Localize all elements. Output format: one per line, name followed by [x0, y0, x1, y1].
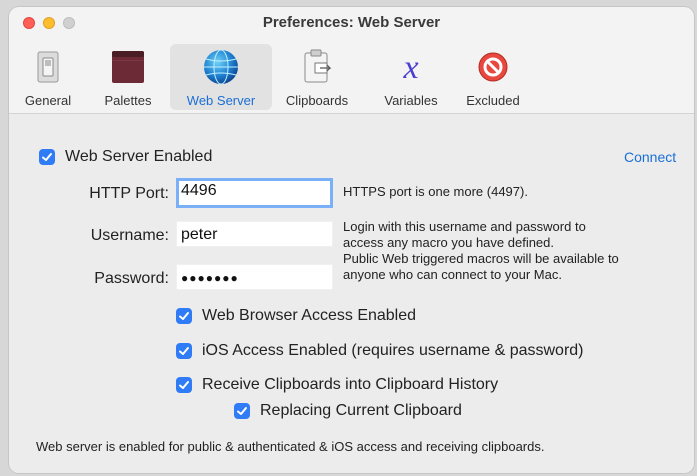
- web-browser-access-checkbox[interactable]: [176, 308, 192, 324]
- tab-clipboards-label: Clipboards: [285, 93, 349, 108]
- tab-excluded[interactable]: Excluded: [457, 44, 529, 110]
- web-server-pane: Web Server Enabled Connect HTTP Port: 44…: [9, 114, 694, 473]
- ios-access-label: iOS Access Enabled (requires username & …: [202, 342, 584, 359]
- prohibited-icon: [478, 52, 508, 82]
- variable-x-icon: x: [402, 49, 418, 86]
- tab-palettes-label: Palettes: [104, 93, 152, 108]
- username-label: Username:: [90, 227, 169, 244]
- clipboard-icon: [304, 49, 332, 83]
- public-note-line-1: Public Web triggered macros will be avai…: [343, 251, 619, 266]
- tab-web-server-label: Web Server: [186, 93, 256, 108]
- tab-variables-label: Variables: [384, 93, 438, 108]
- password-input[interactable]: ●●●●●●●: [176, 264, 333, 290]
- status-text: Web server is enabled for public & authe…: [36, 439, 545, 454]
- tab-web-server[interactable]: Web Server: [170, 44, 272, 110]
- tab-general[interactable]: General: [17, 44, 79, 110]
- window-title: Preferences: Web Server: [262, 14, 441, 31]
- globe-icon: [204, 49, 238, 85]
- checkmark-icon: [179, 381, 189, 389]
- tab-variables[interactable]: x Variables: [375, 44, 447, 110]
- receive-clipboards-checkbox[interactable]: [176, 377, 192, 393]
- checkmark-icon: [237, 407, 247, 415]
- receive-clipboards-label: Receive Clipboards into Clipboard Histor…: [202, 376, 499, 393]
- tab-general-label: General: [24, 93, 72, 108]
- ios-access-checkbox[interactable]: [176, 343, 192, 359]
- https-port-note: HTTPS port is one more (4497).: [343, 184, 528, 199]
- switch-icon: [37, 51, 59, 83]
- http-port-label: HTTP Port:: [89, 185, 169, 202]
- web-server-enabled-label: Web Server Enabled: [65, 148, 213, 165]
- checkmark-icon: [179, 312, 189, 320]
- username-input[interactable]: peter: [176, 221, 333, 247]
- tab-palettes[interactable]: Palettes: [93, 44, 163, 110]
- checkmark-icon: [42, 153, 52, 161]
- tab-excluded-label: Excluded: [466, 93, 520, 108]
- toolbar: Preferences: Web Server General Palettes: [9, 7, 694, 114]
- public-note-line-2: anyone who can connect to your Mac.: [343, 267, 562, 282]
- web-browser-access-label: Web Browser Access Enabled: [202, 307, 417, 324]
- preferences-window: Preferences: Web Server General Palettes: [9, 7, 694, 473]
- web-server-enabled-checkbox[interactable]: [39, 149, 55, 165]
- password-label: Password:: [94, 270, 169, 287]
- http-port-input[interactable]: 4496: [176, 178, 333, 208]
- login-note-line-2: access any macro you have defined.: [343, 235, 555, 250]
- replacing-clipboard-checkbox[interactable]: [234, 403, 250, 419]
- svg-text:x: x: [402, 49, 418, 86]
- replacing-clipboard-label: Replacing Current Clipboard: [260, 402, 462, 419]
- checkmark-icon: [179, 347, 189, 355]
- tab-clipboards[interactable]: Clipboards: [277, 44, 357, 110]
- connect-link[interactable]: Connect: [624, 149, 676, 165]
- palette-icon: [112, 51, 144, 83]
- login-note-line-1: Login with this username and password to: [343, 219, 586, 234]
